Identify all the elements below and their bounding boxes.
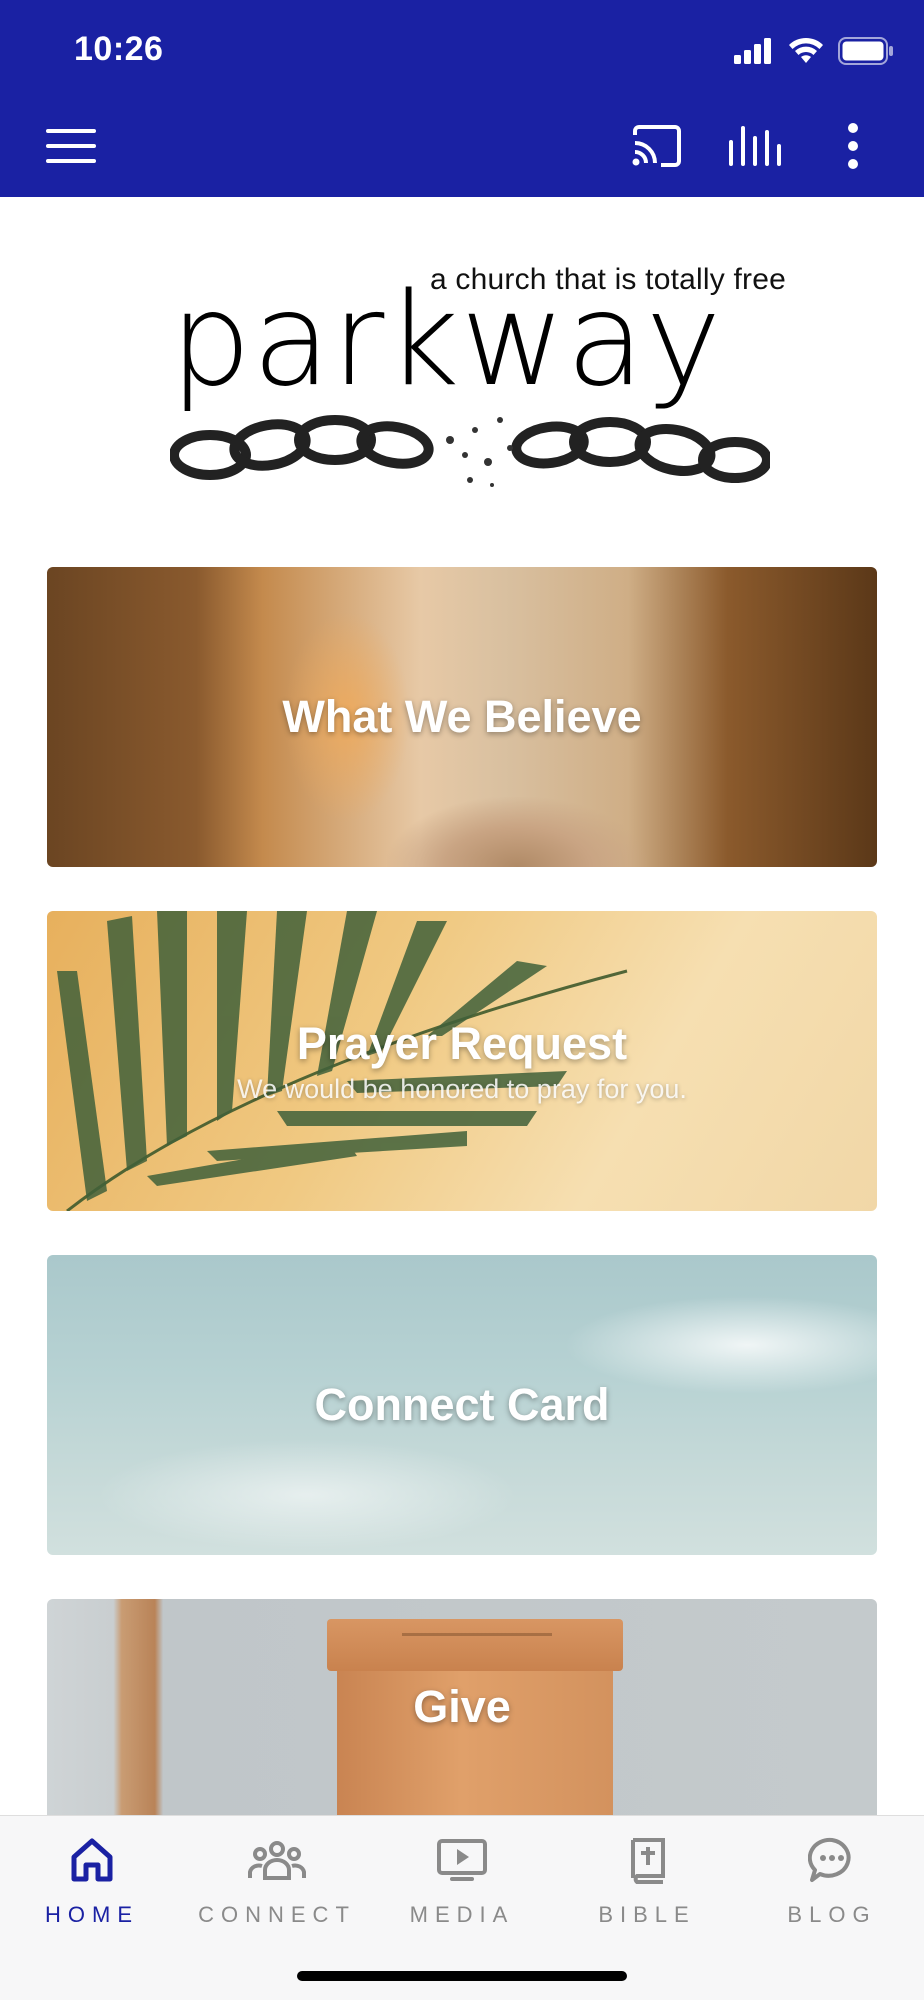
card-title: What We Believe bbox=[282, 691, 642, 742]
tab-bible[interactable]: BIBLE bbox=[555, 1816, 739, 1956]
card-subtitle: We would be honored to pray for you. bbox=[237, 1073, 687, 1104]
home-icon bbox=[70, 1834, 114, 1886]
tab-label: CONNECT bbox=[198, 1902, 356, 1927]
tab-blog[interactable]: BLOG bbox=[740, 1816, 924, 1956]
tab-media[interactable]: MEDIA bbox=[370, 1816, 554, 1956]
tab-label: HOME bbox=[45, 1902, 139, 1927]
people-icon bbox=[248, 1834, 306, 1886]
tab-label: MEDIA bbox=[409, 1902, 515, 1927]
menu-icon bbox=[46, 129, 96, 163]
rocks-image bbox=[387, 797, 647, 867]
card-title: Connect Card bbox=[314, 1379, 610, 1430]
audio-icon bbox=[729, 126, 781, 166]
tab-label: BIBLE bbox=[598, 1902, 696, 1927]
menu-button[interactable] bbox=[36, 116, 106, 176]
status-icons bbox=[734, 34, 894, 68]
broken-chain-icon bbox=[170, 415, 770, 487]
wifi-icon bbox=[788, 37, 824, 65]
top-bar: 10:26 bbox=[0, 0, 924, 197]
home-indicator[interactable] bbox=[297, 1971, 627, 1981]
card-prayer-request[interactable]: Prayer Request We would be honored to pr… bbox=[47, 911, 877, 1211]
card-title: Prayer Request bbox=[296, 1017, 628, 1069]
tab-home[interactable]: HOME bbox=[0, 1816, 184, 1956]
signal-icon bbox=[734, 38, 774, 64]
media-icon bbox=[436, 1834, 488, 1886]
card-title: Give bbox=[413, 1681, 511, 1732]
parkway-logo: a church that is totally free parkway bbox=[160, 255, 786, 515]
app-screen: 10:26 a church that is totally free park… bbox=[0, 0, 924, 2000]
chat-icon bbox=[808, 1834, 856, 1886]
donation-box-slot bbox=[402, 1633, 552, 1636]
card-connect-card[interactable]: Connect Card bbox=[47, 1255, 877, 1555]
logo-wordmark: parkway bbox=[170, 266, 723, 415]
cast-icon bbox=[632, 125, 681, 167]
audio-button[interactable] bbox=[720, 116, 790, 176]
card-what-we-believe[interactable]: What We Believe bbox=[47, 567, 877, 867]
more-button[interactable] bbox=[818, 116, 888, 176]
bible-icon bbox=[627, 1834, 667, 1886]
tab-connect[interactable]: CONNECT bbox=[185, 1816, 369, 1956]
tab-label: BLOG bbox=[787, 1902, 877, 1927]
card-give[interactable]: Give bbox=[47, 1599, 877, 1815]
status-time: 10:26 bbox=[74, 30, 164, 68]
cast-button[interactable] bbox=[622, 116, 692, 176]
battery-icon bbox=[838, 37, 894, 65]
donation-box-lid bbox=[327, 1619, 623, 1671]
more-icon bbox=[848, 123, 858, 169]
